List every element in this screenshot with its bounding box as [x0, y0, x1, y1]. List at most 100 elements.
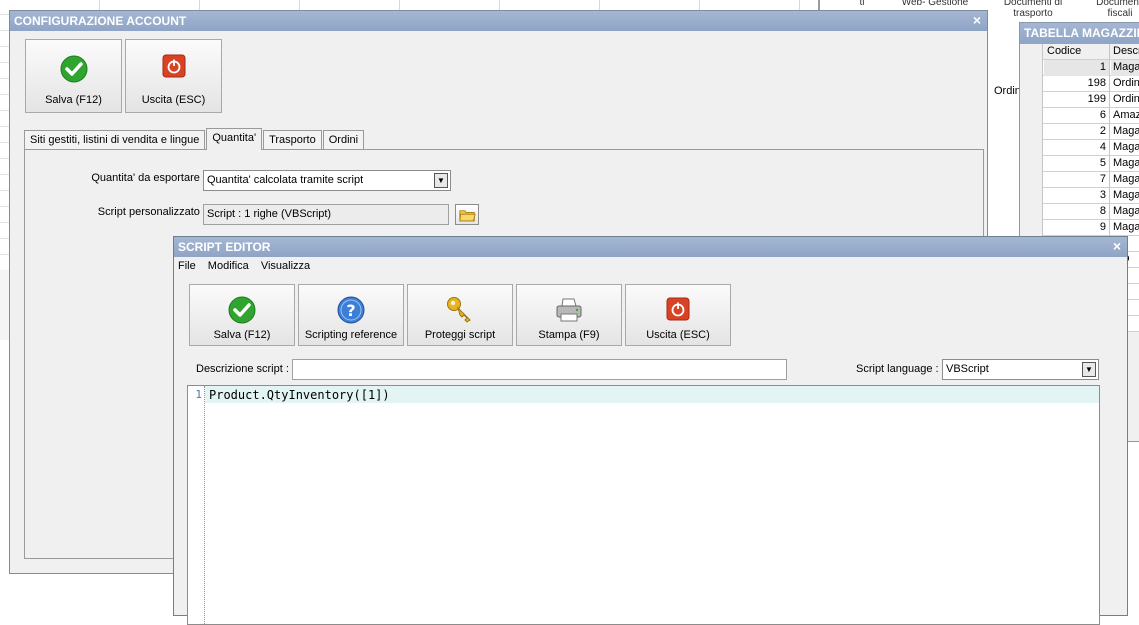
cell-code: 9: [1044, 220, 1110, 236]
script-save-label: Salva (F12): [213, 329, 271, 341]
background-header-fiscal: Documenti fiscali: [1096, 0, 1139, 19]
tab-sites[interactable]: Siti gestiti, listini di vendita e lingu…: [24, 130, 206, 150]
table-header-row: Codice Descr: [1030, 44, 1139, 60]
table-row[interactable]: 6 Amaz: [1030, 108, 1139, 124]
open-script-editor-button[interactable]: [455, 204, 479, 225]
power-exit-icon: [162, 54, 185, 78]
close-icon[interactable]: ×: [973, 11, 981, 30]
table-row[interactable]: 1 Maga: [1030, 60, 1139, 76]
cell-code: 1: [1044, 60, 1110, 76]
chevron-down-icon[interactable]: ▼: [1082, 362, 1096, 377]
row-selector[interactable]: [1030, 220, 1043, 236]
script-exit-button[interactable]: Uscita (ESC): [625, 284, 731, 346]
row-selector[interactable]: [1030, 108, 1043, 124]
script-field: Script : 1 righe (VBScript): [203, 204, 449, 225]
cell-description: Maga: [1113, 141, 1139, 153]
column-header-code[interactable]: Codice: [1044, 44, 1110, 60]
table-row[interactable]: 5 Maga: [1030, 156, 1139, 172]
table-row[interactable]: 9 Maga: [1030, 220, 1139, 236]
menu-file[interactable]: File: [178, 260, 196, 272]
line-number: 1: [195, 388, 202, 401]
key-icon: [447, 297, 471, 323]
cell-description: Maga: [1113, 157, 1139, 169]
print-button[interactable]: Stampa (F9): [516, 284, 622, 346]
cell-description: Ordin: [1113, 93, 1139, 105]
row-selector[interactable]: [1030, 140, 1043, 156]
background-header-web: Web- Gestione: [901, 0, 969, 8]
row-selector[interactable]: [1030, 172, 1043, 188]
description-label: Descrizione script :: [196, 363, 289, 375]
print-label: Stampa (F9): [538, 329, 600, 341]
cell-description: Ordin: [1113, 77, 1139, 89]
table-row[interactable]: 4 Maga: [1030, 140, 1139, 156]
cell-description: Maga: [1113, 125, 1139, 137]
scripting-reference-label: Scripting reference: [304, 329, 398, 341]
check-icon: [228, 296, 256, 324]
row-selector[interactable]: [1030, 76, 1043, 92]
table-row[interactable]: 3 Maga: [1030, 188, 1139, 204]
script-field-value: Script : 1 righe (VBScript): [207, 208, 332, 220]
tab-orders[interactable]: Ordini: [322, 130, 365, 150]
table-row[interactable]: 198 Ordin: [1030, 76, 1139, 92]
cell-description: Maga: [1113, 173, 1139, 185]
row-selector[interactable]: [1030, 156, 1043, 172]
row-selector[interactable]: [1030, 188, 1043, 204]
description-input[interactable]: [292, 359, 787, 380]
language-select-value: VBScript: [946, 363, 989, 375]
cell-code: 8: [1044, 204, 1110, 220]
table-row[interactable]: 8 Maga: [1030, 204, 1139, 220]
protect-script-label: Proteggi script: [424, 329, 496, 341]
cell-code: 2: [1044, 124, 1110, 140]
code-editor[interactable]: 1 Product.QtyInventory([1]): [187, 385, 1100, 625]
language-select[interactable]: VBScript ▼: [942, 359, 1099, 380]
folder-icon: [459, 210, 476, 222]
save-button-label: Salva (F12): [45, 94, 102, 106]
quantity-select[interactable]: Quantita' calcolata tramite script ▼: [203, 170, 451, 191]
script-editor-titlebar: SCRIPT EDITOR ×: [174, 237, 1127, 257]
code-line[interactable]: Product.QtyInventory([1]): [209, 388, 390, 402]
row-selector[interactable]: [1030, 204, 1043, 220]
row-selector[interactable]: [1030, 124, 1043, 140]
background-separator: [818, 0, 820, 10]
row-selector[interactable]: [1030, 92, 1043, 108]
menu-edit[interactable]: Modifica: [208, 260, 249, 272]
cell-code: 5: [1044, 156, 1110, 172]
cell-description: Maga: [1113, 221, 1139, 233]
quantity-label: Quantita' da esportare :: [91, 172, 206, 184]
table-row[interactable]: 7 Maga: [1030, 172, 1139, 188]
script-label: Script personalizzato :: [97, 206, 206, 218]
table-row[interactable]: 2 Maga: [1030, 124, 1139, 140]
tab-quantity[interactable]: Quantita': [206, 128, 263, 150]
script-editor-menubar: File Modifica Visualizza: [174, 257, 1127, 275]
quantity-select-value: Quantita' calcolata tramite script: [207, 174, 364, 186]
cell-description: Maga: [1113, 189, 1139, 201]
menu-view[interactable]: Visualizza: [261, 260, 310, 272]
cell-description: Maga: [1113, 205, 1139, 217]
exit-button[interactable]: Uscita (ESC): [125, 39, 222, 113]
script-editor-title: SCRIPT EDITOR: [178, 240, 271, 254]
chevron-down-icon[interactable]: ▼: [434, 173, 448, 188]
protect-script-button[interactable]: Proteggi script: [407, 284, 513, 346]
cell-description: Maga: [1111, 60, 1139, 76]
cell-code: 199: [1044, 92, 1110, 108]
power-exit-icon: [666, 297, 690, 321]
save-button[interactable]: Salva (F12): [25, 39, 122, 113]
table-row[interactable]: 199 Ordin: [1030, 92, 1139, 108]
tab-shipping[interactable]: Trasporto: [263, 130, 322, 150]
background-header-ti: ti: [859, 0, 865, 8]
cell-code: 7: [1044, 172, 1110, 188]
script-save-button[interactable]: Salva (F12): [189, 284, 295, 346]
cell-code: 198: [1044, 76, 1110, 92]
column-header-description[interactable]: Descr: [1111, 44, 1139, 60]
cell-code: 6: [1044, 108, 1110, 124]
row-selector[interactable]: [1030, 60, 1043, 76]
script-exit-label: Uscita (ESC): [646, 329, 710, 341]
cell-description: Amaz: [1113, 109, 1139, 121]
close-icon[interactable]: ×: [1113, 237, 1121, 256]
svg-text:?: ?: [346, 301, 355, 320]
printer-icon: [556, 298, 582, 322]
warehouse-table-title: TABELLA MAGAZZINI: [1020, 23, 1139, 44]
scripting-reference-button[interactable]: ? Scripting reference: [298, 284, 404, 346]
config-tabs: Siti gestiti, listini di vendita e lingu…: [24, 128, 365, 150]
check-icon: [60, 55, 87, 83]
